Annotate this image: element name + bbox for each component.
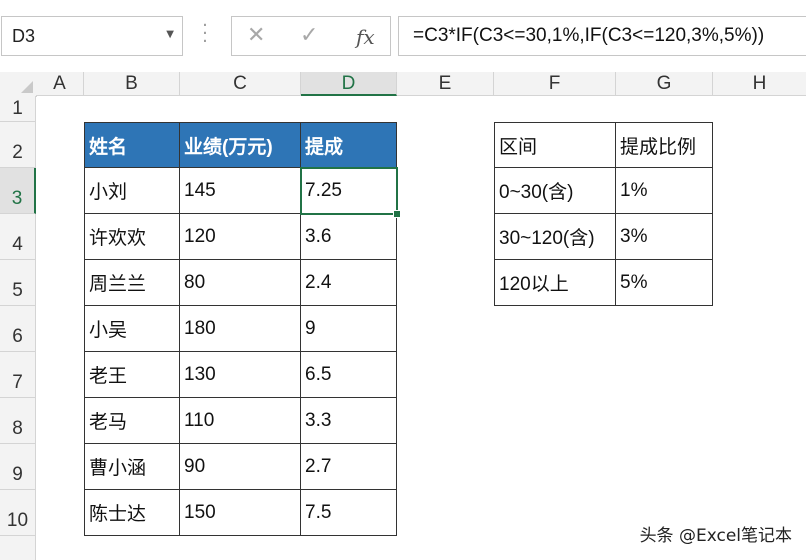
cell-C2[interactable]: 业绩(万元): [180, 122, 301, 168]
cell-D4[interactable]: 3.6: [301, 214, 397, 260]
column-header-f[interactable]: F: [494, 72, 616, 96]
cell-G4[interactable]: 3%: [616, 214, 713, 260]
spreadsheet-grid: A B C D E F G H 1 2 3 4 5 6 7 8 9 10 姓名 …: [0, 72, 806, 560]
cell-F2[interactable]: 区间: [494, 122, 616, 168]
cell-D2[interactable]: 提成: [301, 122, 397, 168]
cell-C4[interactable]: 120: [180, 214, 301, 260]
cell-C9[interactable]: 90: [180, 444, 301, 490]
cell-F3[interactable]: 0~30(含): [494, 168, 616, 214]
formula-input[interactable]: =C3*IF(C3<=30,1%,IF(C3<=120,3%,5%)): [398, 16, 806, 56]
column-header-g[interactable]: G: [616, 72, 713, 96]
cell-B9[interactable]: 曹小涵: [84, 444, 180, 490]
row-header-11[interactable]: [0, 536, 36, 560]
cell-B5[interactable]: 周兰兰: [84, 260, 180, 306]
cell-B3[interactable]: 小刘: [84, 168, 180, 214]
cell-F5[interactable]: 120以上: [494, 260, 616, 306]
row-header-4[interactable]: 4: [0, 214, 36, 260]
row-header-10[interactable]: 10: [0, 490, 36, 536]
cell-G3[interactable]: 1%: [616, 168, 713, 214]
select-all-button[interactable]: [0, 72, 37, 97]
column-header-a[interactable]: A: [36, 72, 84, 96]
cell-B6[interactable]: 小吴: [84, 306, 180, 352]
column-header-e[interactable]: E: [397, 72, 494, 96]
cell-D5[interactable]: 2.4: [301, 260, 397, 306]
select-all-icon: [21, 81, 33, 93]
cell-B7[interactable]: 老王: [84, 352, 180, 398]
cell-D6[interactable]: 9: [301, 306, 397, 352]
cell-D10[interactable]: 7.5: [301, 490, 397, 536]
cell-G5[interactable]: 5%: [616, 260, 713, 306]
more-icon: · · ·: [202, 15, 208, 52]
cell-B10[interactable]: 陈士达: [84, 490, 180, 536]
row-header-3[interactable]: 3: [0, 168, 36, 214]
cell-C3[interactable]: 145: [180, 168, 301, 214]
column-header-h[interactable]: H: [713, 72, 806, 96]
chevron-down-icon[interactable]: ▼: [166, 29, 174, 40]
row-header-6[interactable]: 6: [0, 306, 36, 352]
row-header-8[interactable]: 8: [0, 398, 36, 444]
cell-G2[interactable]: 提成比例: [616, 122, 713, 168]
row-header-5[interactable]: 5: [0, 260, 36, 306]
cell-D9[interactable]: 2.7: [301, 444, 397, 490]
cell-F4[interactable]: 30~120(含): [494, 214, 616, 260]
check-icon[interactable]: ✓: [300, 23, 318, 48]
cell-C10[interactable]: 150: [180, 490, 301, 536]
cell-B4[interactable]: 许欢欢: [84, 214, 180, 260]
cell-C7[interactable]: 130: [180, 352, 301, 398]
column-header-b[interactable]: B: [84, 72, 180, 96]
cell-D8[interactable]: 3.3: [301, 398, 397, 444]
cancel-icon[interactable]: ✕: [247, 23, 265, 48]
formula-text: =C3*IF(C3<=30,1%,IF(C3<=120,3%,5%)): [413, 25, 765, 46]
cell-D3[interactable]: 7.25: [301, 168, 397, 214]
row-header-1[interactable]: 1: [0, 96, 36, 122]
fill-handle[interactable]: [393, 210, 401, 218]
name-box[interactable]: D3 ▼: [1, 16, 183, 56]
formula-bar: D3 ▼ · · · ✕ ✓ fx =C3*IF(C3<=30,1%,IF(C3<=…: [0, 0, 806, 73]
column-header-d[interactable]: D: [301, 72, 397, 96]
cell-D7[interactable]: 6.5: [301, 352, 397, 398]
name-box-value: D3: [12, 26, 36, 46]
row-header-2[interactable]: 2: [0, 122, 36, 168]
cell-C6[interactable]: 180: [180, 306, 301, 352]
cell-B8[interactable]: 老马: [84, 398, 180, 444]
row-header-9[interactable]: 9: [0, 444, 36, 490]
formula-buttons: ✕ ✓ fx: [231, 16, 391, 56]
column-header-c[interactable]: C: [180, 72, 301, 96]
watermark: 头条 @Excel笔记本: [639, 526, 792, 546]
cell-C5[interactable]: 80: [180, 260, 301, 306]
cell-B2[interactable]: 姓名: [84, 122, 180, 168]
insert-function-icon[interactable]: fx: [356, 25, 375, 49]
row-header-7[interactable]: 7: [0, 352, 36, 398]
cell-C8[interactable]: 110: [180, 398, 301, 444]
